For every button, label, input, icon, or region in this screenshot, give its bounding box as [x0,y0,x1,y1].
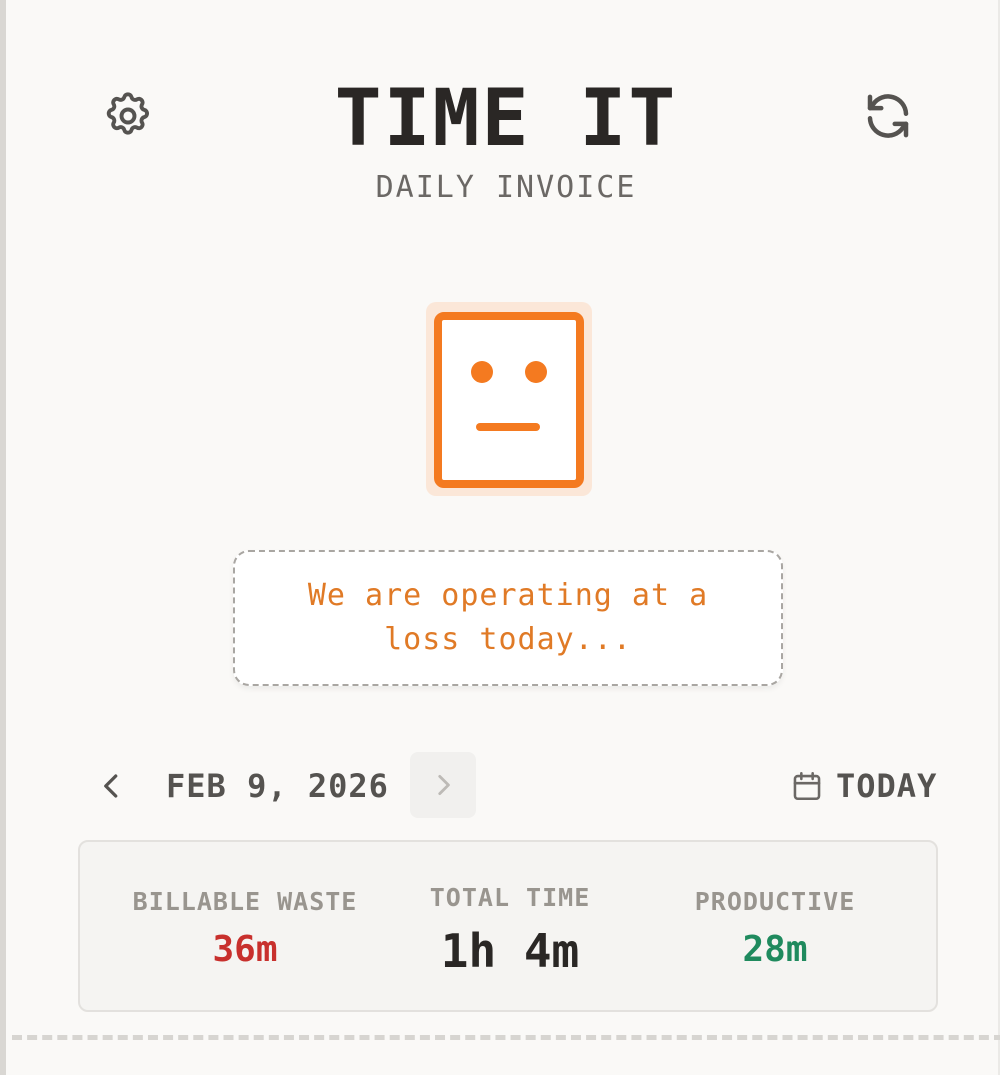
chevron-right-icon [438,774,450,796]
app-window: TIME IT DAILY INVOICE We are operating a… [0,0,1000,1075]
section-divider [12,1035,1000,1040]
today-button[interactable]: TODAY [790,762,950,810]
refresh-icon [867,94,909,138]
stat-label: PRODUCTIVE [694,887,856,916]
app-title: TIME IT [334,74,678,164]
status-message-box: We are operating at a loss today... [233,550,783,686]
stat-billable-waste: BILLABLE WASTE 36m [110,842,380,1014]
stat-value: 28m [742,929,808,970]
stat-label: BILLABLE WASTE [132,887,358,916]
stat-label: TOTAL TIME [429,883,591,912]
status-message: We are operating at a loss today... [307,578,709,657]
app-subtitle: DAILY INVOICE [375,170,637,205]
stat-value: 36m [212,929,278,970]
current-date: FEB 9, 2026 [166,767,389,805]
refresh-button[interactable] [858,86,918,146]
stat-total-time: TOTAL TIME 1h 4m [380,842,640,1014]
calendar-icon [793,771,821,801]
chevron-left-icon [104,774,118,798]
next-day-button[interactable] [410,752,476,818]
mascot-face [426,302,592,496]
previous-day-button[interactable] [90,760,134,812]
stat-productive: PRODUCTIVE 28m [640,842,910,1014]
daily-stats-card: BILLABLE WASTE 36m TOTAL TIME 1h 4m PROD… [78,840,938,1012]
today-label: TODAY [836,767,938,805]
neutral-face-icon [434,312,584,488]
stat-value: 1h 4m [440,924,580,978]
